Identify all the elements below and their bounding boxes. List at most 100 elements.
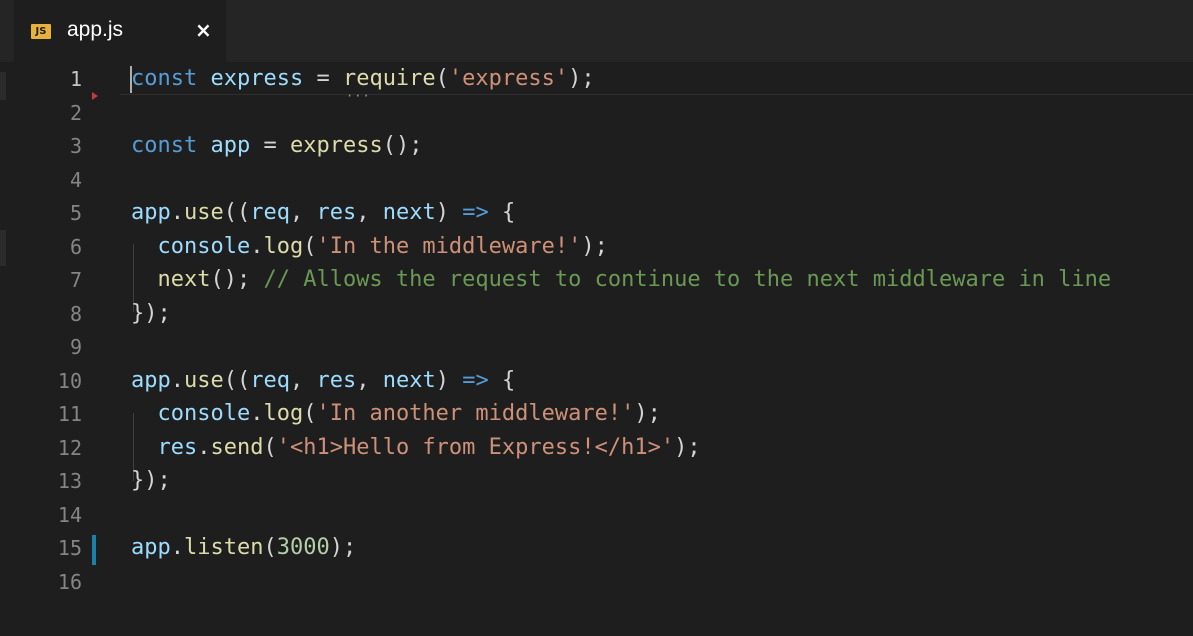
code-token: ( xyxy=(263,535,277,560)
line-number: 7 xyxy=(69,268,82,292)
code-token: ( xyxy=(303,233,317,259)
code-token: req xyxy=(250,367,290,393)
line-number: 15 xyxy=(57,536,82,560)
code-line[interactable]: 7 next(); // Allows the request to conti… xyxy=(0,263,1193,297)
code-token: (( xyxy=(223,367,251,393)
code-line[interactable]: 1 const express = require('express'); xyxy=(0,62,1193,96)
code-line[interactable]: 14 xyxy=(0,498,1193,532)
line-number: 10 xyxy=(57,368,82,393)
code-token: app xyxy=(131,367,171,393)
code-token: ); xyxy=(581,233,608,259)
code-token: = xyxy=(250,133,290,158)
line-number: 2 xyxy=(69,100,82,125)
line-number: 11 xyxy=(57,402,82,426)
code-token: ); xyxy=(634,401,661,426)
code-token: = xyxy=(303,66,343,91)
tab-bar: JS app.js × xyxy=(0,0,1193,62)
code-text: const app = express(); xyxy=(131,129,422,163)
line-number: 13 xyxy=(57,469,82,493)
close-icon[interactable]: × xyxy=(195,18,212,42)
code-token: console xyxy=(157,401,251,426)
code-line[interactable]: 4 xyxy=(0,163,1193,197)
code-token: => xyxy=(462,367,489,393)
code-text: }); xyxy=(131,464,171,498)
code-token: . xyxy=(170,367,184,393)
code-token: => xyxy=(462,200,489,225)
code-token: ); xyxy=(674,434,701,460)
code-token: ); xyxy=(568,66,595,91)
code-token: app xyxy=(210,133,251,158)
tab-app-js[interactable]: JS app.js × xyxy=(14,0,226,62)
code-text: res.send('<h1>Hello from Express!</h1>')… xyxy=(131,431,701,465)
code-line[interactable]: 2 xyxy=(0,96,1193,130)
code-token: ) xyxy=(435,367,463,393)
code-line[interactable]: 13}); xyxy=(0,464,1193,498)
code-token: , xyxy=(356,367,383,393)
line-number: 1 xyxy=(69,67,82,91)
line-number: 9 xyxy=(69,335,82,359)
tab-filename: app.js xyxy=(67,18,124,41)
code-token: , xyxy=(290,367,317,393)
code-token: console xyxy=(157,233,251,259)
code-token: next xyxy=(382,200,436,225)
code-token: res xyxy=(316,367,357,393)
code-line[interactable]: 16 xyxy=(0,565,1193,599)
code-token: next xyxy=(157,267,211,292)
code-token: { xyxy=(488,200,516,225)
code-token: ( xyxy=(303,401,317,426)
code-token: . xyxy=(250,401,264,426)
code-line[interactable]: 8}); xyxy=(0,297,1193,331)
code-token: listen xyxy=(184,535,264,560)
code-line[interactable]: 11 console.log('In another middleware!')… xyxy=(0,397,1193,431)
code-token: ( xyxy=(435,66,449,91)
code-token: app xyxy=(131,200,171,225)
code-token: use xyxy=(184,200,224,225)
code-token: . xyxy=(170,200,184,225)
code-token: 'In another middleware!' xyxy=(316,401,635,426)
code-token: { xyxy=(488,367,516,393)
code-token: , xyxy=(356,200,383,225)
code-text: app.use((req, res, next) => { xyxy=(131,196,515,230)
code-token: 3000 xyxy=(276,535,330,560)
code-editor[interactable]: ··· 1 const express = require('express');… xyxy=(0,62,1193,636)
code-text: app.use((req, res, next) => { xyxy=(131,364,515,398)
code-token: next xyxy=(382,367,436,393)
code-line[interactable]: 6 console.log('In the middleware!'); xyxy=(0,230,1193,264)
code-token: send xyxy=(210,434,264,460)
code-token: res xyxy=(316,200,357,225)
javascript-file-icon: JS xyxy=(31,24,51,39)
code-line[interactable]: 9 xyxy=(0,330,1193,364)
code-text: console.log('In the middleware!'); xyxy=(131,230,608,264)
code-line[interactable]: 15 app.listen(3000); xyxy=(0,531,1193,565)
code-token: (); xyxy=(210,267,264,292)
code-token: }); xyxy=(131,468,171,493)
line-number: 14 xyxy=(57,502,82,527)
code-token: . xyxy=(170,535,184,560)
code-token: '<h1>Hello from Express!</h1>' xyxy=(276,434,675,460)
code-token: (( xyxy=(223,200,251,225)
line-number: 12 xyxy=(57,435,82,460)
code-token: express xyxy=(289,133,383,158)
line-number: 3 xyxy=(69,134,82,158)
code-token: require xyxy=(342,66,436,91)
code-token: res xyxy=(157,434,198,460)
code-token: ) xyxy=(435,200,463,225)
code-token: 'express' xyxy=(448,66,569,91)
code-token: express xyxy=(210,66,304,91)
code-text: const express = require('express'); xyxy=(131,62,595,96)
code-text: console.log('In another middleware!'); xyxy=(131,397,661,431)
code-line[interactable]: 10 app.use((req, res, next) => { xyxy=(0,364,1193,398)
code-token: }); xyxy=(131,300,171,326)
code-token: , xyxy=(290,200,317,225)
line-number: 6 xyxy=(69,234,82,259)
code-token: . xyxy=(197,434,211,460)
code-token: const xyxy=(131,66,198,91)
code-line[interactable]: 3 const app = express(); xyxy=(0,129,1193,163)
code-line[interactable]: 5 app.use((req, res, next) => { xyxy=(0,196,1193,230)
code-token: app xyxy=(131,535,171,560)
code-line[interactable]: 12 res.send('<h1>Hello from Express!</h1… xyxy=(0,431,1193,465)
